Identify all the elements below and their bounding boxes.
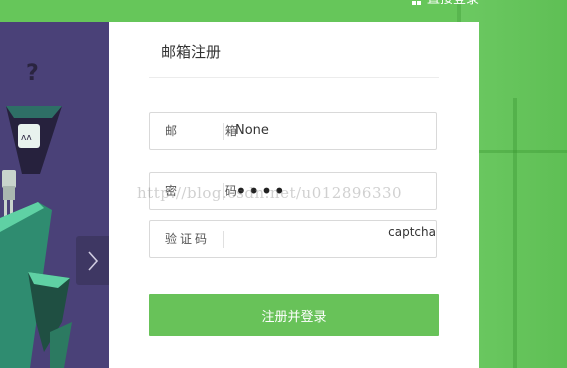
form-title: 邮箱注册 bbox=[161, 43, 222, 61]
register-card: 邮箱注册 邮 箱 密 码 •••• 验证码 captcha 注册并登录 bbox=[109, 22, 479, 368]
android-illustration: ? ʌʌ bbox=[0, 22, 109, 368]
captcha-field[interactable]: 验证码 captcha bbox=[149, 220, 437, 258]
svg-text:?: ? bbox=[26, 61, 39, 86]
title-divider bbox=[149, 77, 439, 78]
direct-login-label: 直接登录 bbox=[427, 0, 479, 8]
page: 直接登录 ? ʌʌ bbox=[0, 0, 567, 368]
field-separator bbox=[223, 123, 224, 140]
email-input[interactable] bbox=[235, 113, 430, 149]
svg-text:ʌʌ: ʌʌ bbox=[21, 133, 32, 143]
field-separator bbox=[223, 231, 224, 248]
captcha-label: 验证码 bbox=[165, 232, 211, 246]
email-field[interactable]: 邮 箱 bbox=[149, 112, 437, 150]
register-login-button[interactable]: 注册并登录 bbox=[149, 294, 439, 336]
slider-next-button[interactable] bbox=[76, 236, 109, 285]
captcha-input[interactable] bbox=[235, 221, 385, 257]
password-field[interactable]: 密 码 •••• bbox=[149, 172, 437, 210]
chevron-right-icon bbox=[87, 250, 98, 271]
illustration-panel: ? ʌʌ bbox=[0, 22, 109, 368]
direct-login-link[interactable]: 直接登录 bbox=[412, 0, 479, 8]
captcha-image[interactable]: captcha bbox=[388, 225, 436, 239]
password-input[interactable]: •••• bbox=[235, 173, 430, 209]
field-separator bbox=[223, 183, 224, 200]
grid-icon bbox=[412, 0, 421, 5]
